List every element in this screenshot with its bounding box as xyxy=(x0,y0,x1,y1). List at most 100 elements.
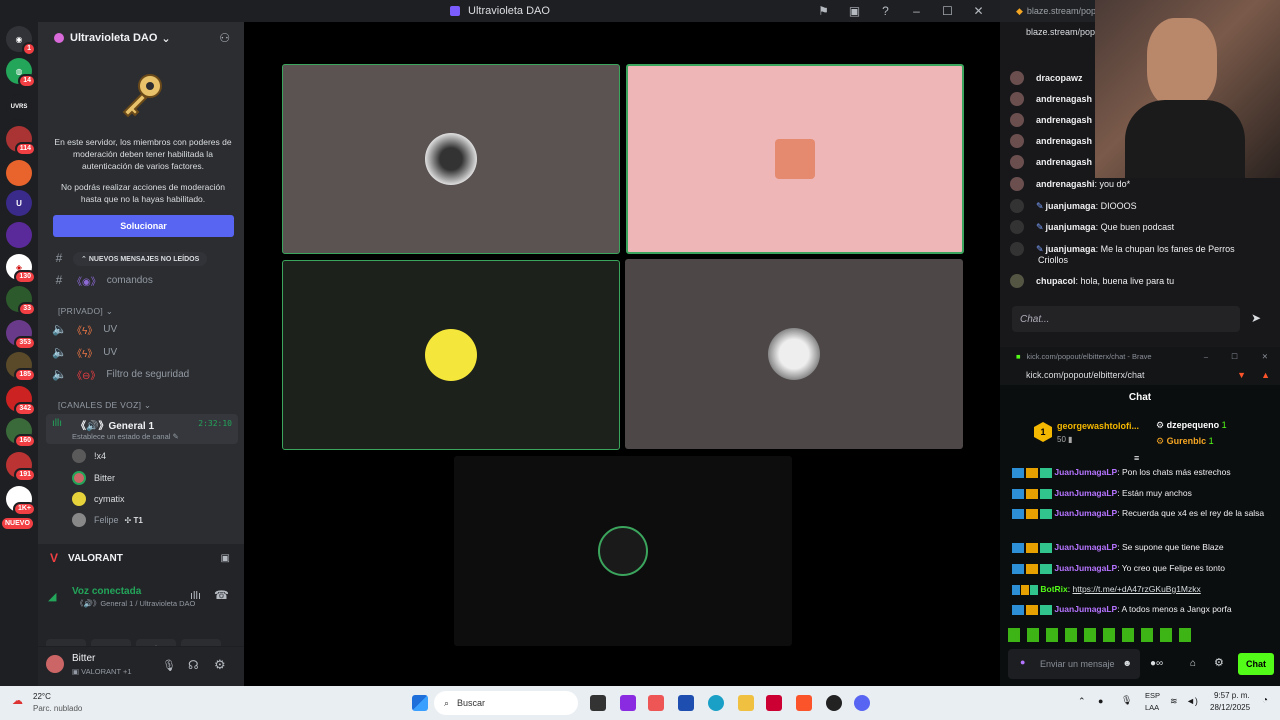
store-icon[interactable] xyxy=(678,695,694,711)
fix-button[interactable]: Solucionar xyxy=(53,215,234,237)
close-button[interactable]: ✕ xyxy=(963,4,994,18)
chevron-up-icon[interactable]: ⌃ xyxy=(1078,696,1086,707)
blaze-chat-input[interactable]: Chat... xyxy=(1012,306,1240,332)
discord-home-icon[interactable]: ◉ 1 xyxy=(6,26,36,56)
chat-send-button[interactable]: Chat xyxy=(1238,653,1274,675)
gear-icon[interactable]: ⚙ xyxy=(214,657,226,673)
microphone-icon[interactable]: ● xyxy=(1020,657,1025,667)
task-view-icon[interactable] xyxy=(590,695,606,711)
close-button[interactable]: ✕ xyxy=(1262,352,1268,361)
address-bar[interactable]: kick.com/popout/elbitterx/chat ▼ ▲ xyxy=(1000,365,1280,385)
server-icon[interactable]: 114 xyxy=(6,126,36,156)
expand-icon[interactable]: ≡ xyxy=(1134,453,1139,463)
category-private[interactable]: [PRIVADO] ⌄ xyxy=(58,306,113,317)
chat-user[interactable]: JuanJumagaLP xyxy=(1054,488,1117,498)
chat-user[interactable]: dracopawz xyxy=(1036,73,1083,83)
video-tile[interactable] xyxy=(625,259,963,449)
brave-icon[interactable] xyxy=(796,695,812,711)
user-name[interactable]: Bitter xyxy=(72,653,95,664)
video-tile[interactable] xyxy=(282,64,620,254)
voice-channel-active[interactable]: ıllı 《🔊》General 1 2:32:10 Establece un e… xyxy=(46,414,238,444)
voice-user[interactable]: cymatix xyxy=(72,489,125,509)
app-icon[interactable] xyxy=(648,695,664,711)
notification-icon[interactable]: ◔ xyxy=(1262,695,1268,706)
maximize-button[interactable]: ☐ xyxy=(1231,352,1238,361)
language-code[interactable]: ESP xyxy=(1145,691,1160,700)
video-tile[interactable] xyxy=(626,64,964,254)
server-icon[interactable]: 191 xyxy=(6,452,36,482)
chat-user[interactable]: andrenagash xyxy=(1036,94,1092,104)
maximize-button[interactable]: ☐ xyxy=(932,4,963,18)
chat-user[interactable]: JuanJumagaLP xyxy=(1054,508,1117,518)
server-icon[interactable]: 160 xyxy=(6,418,36,448)
server-icon[interactable]: ◈ 130 xyxy=(6,254,36,284)
chat-user[interactable]: juanjumaga xyxy=(1046,222,1096,232)
clock-date[interactable]: 28/12/2025 xyxy=(1210,703,1250,712)
weather-icon[interactable]: ☁ xyxy=(12,694,23,707)
server-icon[interactable]: 33 xyxy=(6,286,36,316)
tray-icon[interactable]: ● xyxy=(1098,696,1103,706)
server-icon[interactable]: 185 xyxy=(6,352,36,382)
folder-icon[interactable] xyxy=(738,695,754,711)
volume-icon[interactable]: ◄) xyxy=(1186,696,1198,706)
category-voice[interactable]: [CANALES DE VOZ] ⌄ xyxy=(58,400,151,411)
voice-user[interactable]: !x4 xyxy=(72,446,106,466)
signal-icon[interactable]: ◢ xyxy=(48,590,56,603)
top-gifter-name[interactable]: georgewashtolofi... xyxy=(1057,421,1139,431)
inbox-icon[interactable]: ▣ xyxy=(839,4,870,18)
send-icon[interactable]: ➤ xyxy=(1251,311,1261,325)
chat-user[interactable]: JuanJumagaLP xyxy=(1054,563,1117,573)
gear-icon[interactable]: ⚙ xyxy=(1214,656,1224,669)
microphone-icon[interactable]: 🎙 xyxy=(162,659,176,672)
activity-panel[interactable]: V VALORANT ▣ xyxy=(38,544,244,572)
screen-share-icon[interactable]: ▣ xyxy=(221,553,230,564)
gifter-entry[interactable]: ⚙ Gurenblc 1 xyxy=(1156,436,1214,447)
wifi-icon[interactable]: ≋ xyxy=(1170,696,1178,707)
taskbar-search[interactable]: ⌕ Buscar xyxy=(434,691,578,715)
voice-status-prompt[interactable]: Establece un estado de canal ✎ xyxy=(72,432,179,441)
flag-icon[interactable]: ⚑ xyxy=(808,4,839,18)
avatar[interactable] xyxy=(46,655,64,673)
voice-user[interactable]: Bitter xyxy=(72,468,115,488)
noise-suppression-icon[interactable]: ıllı xyxy=(190,590,201,602)
server-icon[interactable]: UVRS xyxy=(6,94,32,120)
private-channel[interactable]: 🔈 《ϟ》 UV xyxy=(52,342,238,362)
users-icon[interactable]: ●∞ xyxy=(1150,658,1163,669)
weather-temp[interactable]: 22°C xyxy=(33,692,51,701)
server-icon[interactable]: U xyxy=(6,190,32,216)
chat-user[interactable]: juanjumaga xyxy=(1046,201,1096,211)
voice-connected-label[interactable]: Voz conectada xyxy=(72,586,141,597)
obs-icon[interactable] xyxy=(826,695,842,711)
server-icon[interactable] xyxy=(6,160,32,186)
discord-icon[interactable] xyxy=(854,695,870,711)
minimize-button[interactable]: – xyxy=(901,4,932,18)
private-channel[interactable]: 🔈 《ϟ》 UV xyxy=(52,319,238,339)
private-channel[interactable]: 🔈 《⊖》 Filtro de seguridad xyxy=(52,364,238,384)
app-icon[interactable] xyxy=(620,695,636,711)
windows-start-icon[interactable] xyxy=(412,695,428,711)
chat-user[interactable]: JuanJumagaLP xyxy=(1054,467,1117,477)
chat-user[interactable]: BotRix xyxy=(1040,584,1067,594)
voice-user[interactable]: Felipe ✣ T1 xyxy=(72,510,143,530)
chat-user[interactable]: JuanJumagaLP xyxy=(1054,604,1117,614)
chat-user[interactable]: andrenagash xyxy=(1036,157,1092,167)
chat-user[interactable]: andrenagash xyxy=(1036,115,1092,125)
chat-user[interactable]: juanjumaga xyxy=(1046,244,1096,254)
clock-time[interactable]: 9:57 p. m. xyxy=(1214,691,1250,700)
chat-link[interactable]: https://t.me/+dA47rzGKuBg1Mzkx xyxy=(1073,584,1201,594)
brave-rewards-icon[interactable]: ▲ xyxy=(1261,370,1270,380)
help-icon[interactable]: ? xyxy=(870,4,901,18)
channel-comandos[interactable]: # 《◉》 comandos xyxy=(52,270,238,290)
video-tile[interactable] xyxy=(282,260,620,450)
server-icon[interactable]: 342 xyxy=(6,386,36,416)
minimize-button[interactable]: – xyxy=(1204,352,1208,361)
server-icon[interactable]: 353 xyxy=(6,320,36,350)
valorant-icon[interactable] xyxy=(766,695,782,711)
unread-banner[interactable]: ⌃ NUEVOS MENSAJES NO LEÍDOS xyxy=(73,252,208,266)
emoji-icon[interactable]: ☻ xyxy=(1123,658,1132,668)
server-icon[interactable]: 1K+ xyxy=(6,486,36,516)
emote-bar[interactable] xyxy=(1008,628,1192,642)
chat-user[interactable]: andrenagash xyxy=(1036,136,1092,146)
microphone-icon[interactable]: 🎙 xyxy=(1121,695,1132,706)
headphones-icon[interactable]: ☊ xyxy=(188,658,199,672)
